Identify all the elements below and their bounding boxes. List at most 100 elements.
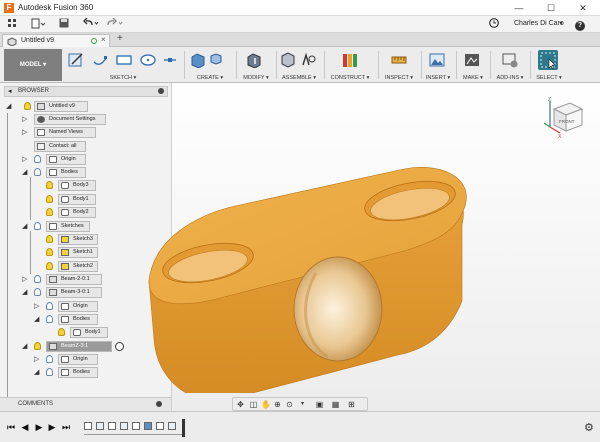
browser-node-component[interactable]: Untitled v9 [34,101,88,112]
chevron-down-icon[interactable]: ▾ [558,18,564,31]
expanded-arrow-icon[interactable]: ◢ [22,222,28,231]
joint-icon[interactable] [300,52,316,68]
workspace-switcher[interactable]: MODEL ▾ [4,49,62,81]
browser-node-folder[interactable]: Bodies [58,314,98,325]
orbit-icon[interactable]: ✥ [236,400,245,409]
browser-tree-row[interactable]: ▷ Origin [0,154,172,165]
browser-header[interactable]: ◂ BROWSER [4,86,168,97]
viewcube[interactable]: Z X FRONT [544,97,584,139]
activate-component-icon[interactable] [115,342,124,351]
browser-node-sketch[interactable]: Sketch3 [58,234,98,245]
browser-node-contact[interactable]: Contact: all [34,141,86,152]
maximize-button[interactable]: ☐ [536,1,566,15]
ribbon-group-modify[interactable]: MODIFY ▾ [240,48,272,82]
expanded-arrow-icon[interactable]: ◢ [6,102,12,111]
go-to-end-icon[interactable]: ⏭ [61,422,71,432]
browser-node-body[interactable]: Body1 [58,194,96,205]
visibility-bulb-icon[interactable] [46,181,53,189]
user-account-menu[interactable]: Charles Di Caro [514,20,564,27]
timeline-feature-component[interactable] [156,422,164,430]
stop-sketch-icon[interactable] [162,52,178,68]
viewcube-front-label[interactable]: FRONT [559,119,575,124]
expanded-arrow-icon[interactable]: ◢ [34,368,40,377]
expanded-arrow-icon[interactable]: ◢ [22,288,28,297]
browser-tree-row[interactable]: ◢ BeamZ-3:1 [0,341,172,352]
line-icon[interactable] [92,52,108,68]
close-window-button[interactable]: ✕ [568,1,598,15]
browser-node-sketch[interactable]: Sketch2 [58,261,98,272]
browser-tree-row[interactable]: Contact: all [0,141,172,152]
visibility-bulb-icon[interactable] [46,248,53,256]
expanded-arrow-icon[interactable]: ◢ [22,168,28,177]
go-to-start-icon[interactable]: ⏮ [6,422,16,432]
ribbon-group-inspect[interactable]: INSPECT ▾ [380,48,418,82]
browser-node-component[interactable]: BeamZ-3:1 [46,341,112,352]
offset-plane-icon[interactable] [342,52,358,68]
browser-node-folder[interactable]: Bodies [46,167,86,178]
timeline-feature-component[interactable] [108,422,116,430]
timeline-feature-sketch[interactable] [132,422,140,430]
visibility-bulb-icon[interactable] [58,328,65,336]
browser-node-folder[interactable]: Sketches [46,221,90,232]
browser-node-folder[interactable]: Origin [46,154,86,165]
visibility-bulb-icon[interactable] [24,102,31,110]
browser-node-folder[interactable]: Origin [58,301,98,312]
browser-tree-row[interactable]: ◢ Bodies [0,167,172,178]
browser-tree-row[interactable]: ▷ Document Settings [0,114,172,125]
minimize-button[interactable]: — [504,1,534,15]
pan-icon[interactable]: ✋ [261,400,271,409]
press-pull-icon[interactable] [246,52,262,69]
browser-node-sketch[interactable]: Sketch1 [58,247,98,258]
visibility-bulb-icon[interactable] [46,368,53,376]
document-tab[interactable]: Untitled v9 × [2,34,110,47]
new-component-icon[interactable] [280,52,296,68]
browser-tree-row[interactable]: Sketch3 [0,234,172,245]
collapsed-arrow-icon[interactable]: ▷ [22,128,28,137]
browser-tree-row[interactable]: ◢ Beam-3-0:1 [0,287,172,298]
grid-settings-icon[interactable]: ▦ [331,400,340,409]
visibility-bulb-icon[interactable] [46,315,53,323]
ribbon-group-select[interactable]: SELECT ▾ [532,48,566,82]
measure-icon[interactable] [391,52,407,68]
collapsed-arrow-icon[interactable]: ▷ [22,155,28,164]
look-at-icon[interactable]: ◫ [249,400,258,409]
collapsed-arrow-icon[interactable]: ▷ [34,302,40,311]
timeline-feature-sketch[interactable] [96,422,104,430]
collapsed-arrow-icon[interactable]: ▷ [34,355,40,364]
browser-tree-row[interactable]: ▷ Origin [0,301,172,312]
browser-tree-row[interactable]: Body1 [0,194,172,205]
timeline-feature-joint[interactable] [120,422,128,430]
browser-tree-row[interactable]: Body2 [0,207,172,218]
browser-tree-row[interactable]: ▷ Beam-2-0:1 [0,274,172,285]
grid-menu-icon[interactable] [6,18,18,31]
rectangle-icon[interactable] [116,52,132,68]
visibility-bulb-icon[interactable] [34,168,41,176]
create-sketch-icon[interactable] [68,52,84,68]
browser-tree-row[interactable]: Body3 [0,180,172,191]
browser-node-folder[interactable]: Named Views [34,127,96,138]
step-back-icon[interactable]: ◀ [20,422,30,432]
insert-image-icon[interactable] [429,52,445,68]
comments-panel[interactable]: COMMENTS [0,397,172,411]
browser-tree-row[interactable]: Sketch1 [0,247,172,258]
3d-print-icon[interactable] [464,52,480,68]
step-forward-icon[interactable]: ▶ [47,422,57,432]
pin-icon[interactable] [158,88,164,94]
timeline-marker[interactable] [182,419,185,437]
3d-viewport[interactable] [148,83,600,411]
visibility-bulb-icon[interactable] [46,355,53,363]
zoom-icon[interactable]: ⊕ [273,400,282,409]
gear-icon[interactable]: ⚙ [584,421,594,434]
browser-node-folder[interactable]: Bodies [58,367,98,378]
timeline-feature-extrude[interactable] [144,422,152,430]
expanded-arrow-icon[interactable]: ◢ [34,315,40,324]
save-icon[interactable] [58,18,70,31]
collapse-arrow-icon[interactable]: ◂ [8,87,12,95]
browser-tree-row[interactable]: Sketch2 [0,261,172,272]
ribbon-group-construct[interactable]: CONSTRUCT ▾ [326,48,374,82]
beam-part-3d-model[interactable] [148,163,508,393]
visibility-bulb-icon[interactable] [46,235,53,243]
expanded-arrow-icon[interactable]: ◢ [22,342,28,351]
job-status-clock-icon[interactable] [488,18,500,31]
visibility-bulb-icon[interactable] [46,262,53,270]
